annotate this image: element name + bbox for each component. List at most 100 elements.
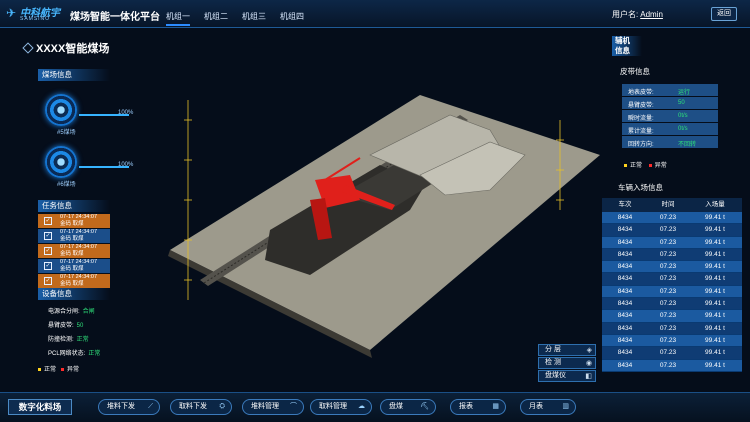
checkbox-icon: ✓	[44, 262, 52, 270]
vehicle-cell: 07.23	[659, 300, 677, 308]
vehicle-cell: 8434	[617, 263, 633, 271]
page-title-area: XXXX智能煤场	[30, 40, 180, 56]
user-info: 用户名: Admin	[612, 9, 663, 20]
belt-row: 地表皮带: 运行	[622, 84, 718, 96]
vehicle-table-body: 8434 07.23 99.41 t 8434 07.23 99.41 t 8434 07.2…	[602, 212, 742, 372]
task-item[interactable]: ✓ 07-17 24:34:07 金码 取煤	[38, 259, 110, 273]
vehicle-cell: 07.23	[659, 238, 677, 246]
reclaim-icon: ⛭	[219, 403, 225, 410]
vehicle-row[interactable]: 8434 07.23 99.41 t	[602, 310, 742, 323]
app-title: 煤场智能一体化平台	[70, 12, 160, 23]
yard-disc-icon	[45, 94, 77, 126]
tab-unit-1[interactable]: 机组一	[166, 11, 190, 26]
vehicle-row[interactable]: 8434 07.23 99.41 t	[602, 236, 742, 249]
vehicle-cell: 99.41 t	[705, 349, 725, 357]
meter-icon: ◧	[585, 373, 592, 380]
tab-unit-2[interactable]: 机组二	[204, 11, 228, 26]
bottom-nav: 数字化料场 堆料下发 ⟋ 取料下发 ⛭ 堆料管理 ⌒ 取料管理 ☁ 盘煤 ⛏ 报表 ▦ 月表…	[0, 392, 750, 422]
yard-5-card[interactable]: #5煤场 100%	[45, 94, 145, 136]
vehicle-cell: 07.23	[659, 275, 677, 283]
vehicle-row[interactable]: 8434 07.23 99.41 t	[602, 298, 742, 311]
normal-dot-icon	[38, 367, 41, 371]
yard-percent: 100%	[118, 162, 134, 168]
vehicle-row[interactable]: 8434 07.23 99.41 t	[602, 212, 742, 225]
vehicle-cell: 8434	[617, 349, 633, 357]
yard-6-card[interactable]: #6煤场 100%	[45, 146, 145, 188]
vehicle-row[interactable]: 8434 07.23 99.41 t	[602, 322, 742, 335]
task-list: ✓ 07-17 24:34:07 金码 取煤 ✓ 07-17 24:34:07 金码 取…	[38, 214, 110, 289]
page-title: XXXX智能煤场	[36, 43, 110, 55]
belt-row: 悬臂皮带: 50	[622, 97, 718, 109]
vehicle-cell: 8434	[617, 324, 633, 332]
vehicle-cell: 07.23	[659, 324, 677, 332]
yard-3d-scene[interactable]	[160, 60, 610, 360]
task-item[interactable]: ✓ 07-17 24:34:07 金码 取煤	[38, 229, 110, 243]
vehicle-row[interactable]: 8434 07.23 99.41 t	[602, 334, 742, 348]
equip-info-header: 设备信息	[38, 288, 110, 300]
belt-row: 回转方向: 不回转	[622, 136, 718, 148]
logo-subtext: SAMSINO	[20, 16, 51, 22]
vehicle-row[interactable]: 8434 07.23 99.41 t	[602, 359, 742, 372]
scene-tools: 分 层 ◈ 检 测 ◉ 盘煤仪 ◧	[538, 344, 596, 383]
scale-ruler-left	[184, 100, 192, 300]
vehicle-row[interactable]: 8434 07.23 99.41 t	[602, 273, 742, 286]
user-name-link[interactable]: Admin	[640, 10, 663, 19]
vehicle-info-title: 车辆入场信息	[618, 183, 663, 192]
vehicle-row[interactable]: 8434 07.23 99.41 t	[602, 224, 742, 237]
reclaim-manage-button[interactable]: 取料管理 ☁	[310, 399, 372, 415]
detect-icon: ◉	[585, 360, 592, 367]
report-button[interactable]: 报表 ▦	[450, 399, 506, 415]
coal-meter-button[interactable]: 盘煤仪 ◧	[538, 370, 596, 382]
detect-button[interactable]: 检 测 ◉	[538, 357, 596, 369]
pile-icon: ⌒	[290, 403, 297, 410]
report-icon: ▦	[492, 403, 499, 410]
tab-unit-4[interactable]: 机组四	[280, 11, 304, 26]
vehicle-cell: 07.23	[659, 349, 677, 357]
unit-tabs: 机组一 机组二 机组三 机组四	[166, 11, 304, 26]
task-item[interactable]: ✓ 07-17 24:34:07 金码 取煤	[38, 244, 110, 258]
task-item[interactable]: ✓ 07-17 24:34:07 金码 取煤	[38, 214, 110, 228]
vehicle-row[interactable]: 8434 07.23 99.41 t	[602, 285, 742, 299]
monthly-report-button[interactable]: 月表 ▥	[520, 399, 576, 415]
vehicle-row[interactable]: 8434 07.23 99.41 t	[602, 261, 742, 274]
inventory-icon: ⛏	[420, 403, 429, 410]
bars-icon: ▥	[562, 403, 569, 410]
task-info-header: 任务信息	[38, 200, 110, 212]
checkbox-icon: ✓	[44, 232, 52, 240]
checkbox-icon: ✓	[44, 247, 52, 255]
left-legend: 正常 异常	[38, 364, 79, 373]
vehicle-cell: 99.41 t	[705, 263, 725, 271]
belt-row: 累计流量: 0t/s	[622, 123, 718, 135]
logo: ✈ 中科航宇 SAMSINO	[6, 4, 66, 24]
vehicle-cell: 8434	[617, 226, 633, 234]
yard-label: #6煤场	[57, 182, 76, 188]
vehicle-cell: 07.23	[659, 226, 677, 234]
vehicle-cell: 07.23	[659, 263, 677, 271]
stack-dispatch-button[interactable]: 堆料下发 ⟋	[98, 399, 160, 415]
aux-info-header: 辅机 信息	[612, 36, 642, 56]
reclaim-dispatch-button[interactable]: 取料下发 ⛭	[170, 399, 232, 415]
vehicle-cell: 8434	[617, 287, 633, 295]
vehicle-cell: 07.23	[659, 312, 677, 320]
vehicle-cell: 8434	[617, 361, 633, 369]
vehicle-cell: 07.23	[659, 361, 677, 369]
back-button[interactable]: 返回	[711, 7, 737, 21]
task-item[interactable]: ✓ 07-17 24:34:07 金码 取煤	[38, 274, 110, 288]
checkbox-icon: ✓	[44, 217, 52, 225]
tab-unit-3[interactable]: 机组三	[242, 11, 266, 26]
vehicle-cell: 8434	[617, 336, 633, 344]
inventory-button[interactable]: 盘煤 ⛏	[380, 399, 436, 415]
vehicle-cell: 99.41 t	[705, 324, 725, 332]
normal-dot-icon	[624, 163, 627, 167]
vehicle-row[interactable]: 8434 07.23 99.41 t	[602, 248, 742, 262]
stack-manage-button[interactable]: 堆料管理 ⌒	[242, 399, 304, 415]
equip-row: 防撞检测: 正常	[48, 337, 89, 343]
user-label: 用户名:	[612, 10, 639, 19]
yard-label: #5煤场	[57, 130, 76, 136]
vehicle-table-header: 车次 时间 入场量	[602, 198, 742, 212]
checkbox-icon: ✓	[44, 277, 52, 285]
layer-button[interactable]: 分 层 ◈	[538, 344, 596, 356]
right-legend: 正常 异常	[624, 160, 667, 169]
digital-yard-title: 数字化料场	[8, 399, 72, 415]
vehicle-row[interactable]: 8434 07.23 99.41 t	[602, 347, 742, 360]
